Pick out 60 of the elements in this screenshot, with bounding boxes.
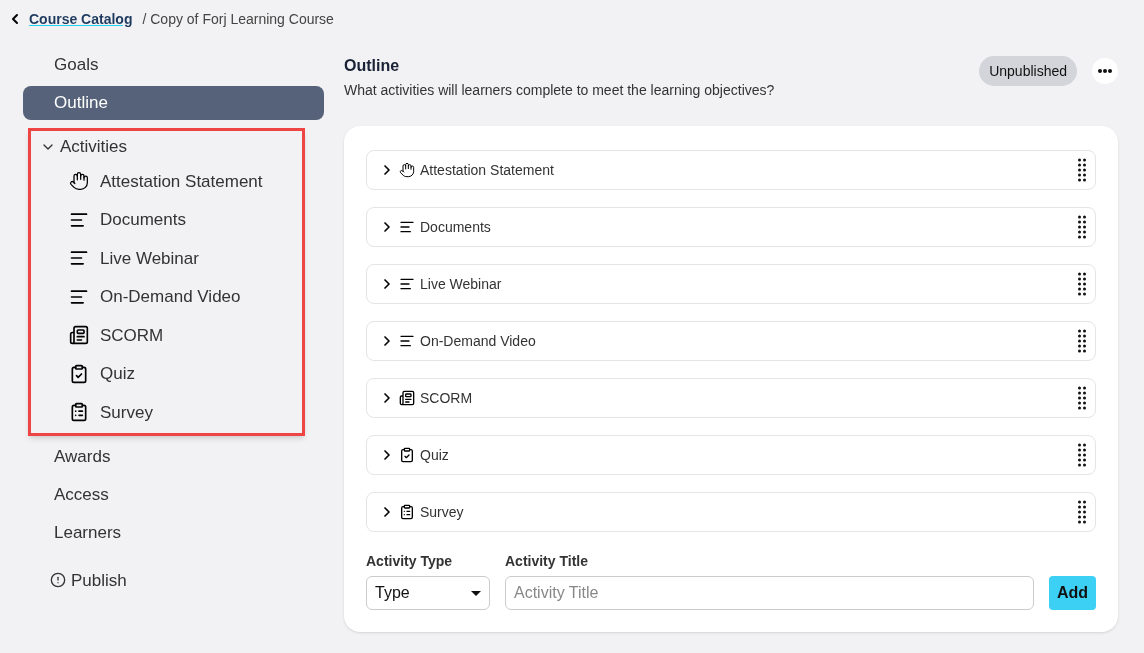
activity-title: On-Demand Video [420, 331, 537, 351]
drag-handle-icon[interactable] [1078, 272, 1086, 296]
caret-icon [471, 590, 481, 596]
type-dropdown[interactable]: Type [366, 576, 490, 610]
sidebar-subitem[interactable]: Live Webinar [100, 245, 199, 271]
sidebar-subitem[interactable]: On-Demand Video [100, 284, 241, 310]
activity-row[interactable]: Documents [366, 207, 1096, 247]
text-lines-icon [399, 333, 415, 349]
clipboard-list-icon [399, 504, 415, 520]
more-button[interactable] [1092, 58, 1118, 84]
title-input[interactable]: Activity Title [505, 576, 1034, 610]
more-icon [1098, 69, 1112, 73]
clipboard-check-icon [69, 363, 89, 384]
sidebar-subitem[interactable]: Survey [100, 399, 153, 425]
sidebar-subitem[interactable]: Attestation Statement [100, 168, 263, 194]
activity-title: Survey [420, 502, 465, 522]
field-label: Activity Type [366, 552, 454, 571]
activity-row[interactable]: Attestation Statement [366, 150, 1096, 190]
drag-handle-icon[interactable] [1078, 158, 1086, 182]
add-button[interactable]: Add [1048, 576, 1096, 610]
sidebar-subitem[interactable]: Documents [100, 207, 186, 233]
sidebar-item[interactable]: Outline [23, 86, 324, 120]
drag-handle-icon[interactable] [1078, 443, 1086, 467]
sidebar-item[interactable]: Activities [31, 132, 128, 162]
sidebar-subitem[interactable]: SCORM [100, 322, 164, 348]
hand-icon [69, 171, 89, 192]
sidebar-item[interactable]: Goals [23, 48, 324, 82]
publish-button[interactable]: Publish [23, 567, 127, 593]
section-title: Outline [344, 56, 401, 76]
drag-handle-icon[interactable] [1078, 386, 1086, 410]
clipboard-check-icon [399, 447, 415, 463]
breadcrumb-current: / Copy of Forj Learning Course [142, 9, 334, 29]
activity-title: Documents [420, 217, 492, 237]
activity-row[interactable]: Survey [366, 492, 1096, 532]
hand-icon [399, 162, 415, 178]
activity-row[interactable]: On-Demand Video [366, 321, 1096, 361]
activity-row[interactable]: SCORM [366, 378, 1096, 418]
status-badge: Unpublished [979, 56, 1077, 86]
drag-handle-icon[interactable] [1078, 329, 1086, 353]
section-subtitle: What activities will learners complete to meet the learning objectives? [344, 81, 775, 100]
activity-title: Quiz [420, 445, 450, 465]
breadcrumb-link[interactable]: Course Catalog [29, 8, 133, 30]
document-stack-icon [69, 325, 89, 346]
text-lines-icon [399, 219, 415, 235]
field-label: Activity Title [505, 552, 589, 571]
text-lines-icon [399, 276, 415, 292]
activity-row[interactable]: Live Webinar [366, 264, 1096, 304]
sidebar-item[interactable]: Learners [23, 515, 324, 550]
activity-row[interactable]: Quiz [366, 435, 1096, 475]
activity-title: Live Webinar [420, 274, 503, 294]
activity-title: Attestation Statement [420, 160, 555, 180]
drag-handle-icon[interactable] [1078, 215, 1086, 239]
document-stack-icon [399, 390, 415, 406]
drag-handle-icon[interactable] [1078, 500, 1086, 524]
alert-icon [50, 572, 66, 589]
sidebar-item[interactable]: Access [23, 477, 324, 512]
activity-title: SCORM [420, 388, 474, 408]
sidebar-item[interactable]: Awards [23, 439, 324, 474]
clipboard-list-icon [69, 402, 89, 423]
sidebar-subitem[interactable]: Quiz [100, 361, 135, 387]
